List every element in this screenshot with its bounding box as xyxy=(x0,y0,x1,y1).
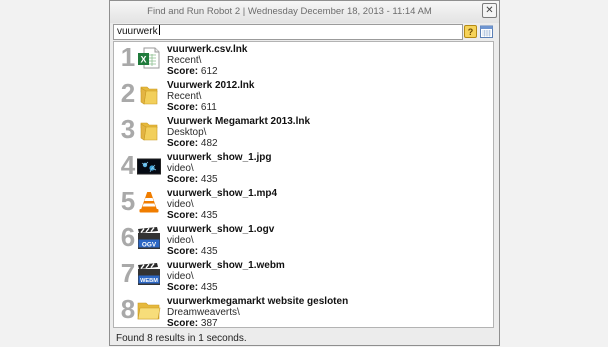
ogv-clapper-icon: OGV xyxy=(138,227,160,249)
text-caret xyxy=(158,25,160,35)
find-and-run-window: Find and Run Robot 2 | Wednesday Decembe… xyxy=(109,0,500,346)
window-title: Find and Run Robot 2 | Wednesday Decembe… xyxy=(147,6,432,17)
result-row[interactable]: 6 OGV vuurwerk_show_1.ogv video\ Score: … xyxy=(114,222,493,258)
search-input[interactable]: vuurwerk xyxy=(113,24,463,40)
result-row[interactable]: 7 WEBM vuurwerk_show_1.webm video\ Score… xyxy=(114,258,493,294)
webm-clapper-icon: WEBM xyxy=(138,263,160,285)
result-path: video\ xyxy=(167,235,194,246)
result-name: vuurwerk_show_1.ogv xyxy=(167,224,275,235)
result-path: video\ xyxy=(167,199,194,210)
calendar-icon[interactable] xyxy=(480,25,493,38)
result-rank: 8 xyxy=(120,294,136,324)
excel-icon: X xyxy=(138,47,160,69)
image-icon xyxy=(137,158,161,175)
result-rank: 7 xyxy=(120,258,136,288)
result-score: Score: 387 xyxy=(167,318,218,328)
result-score: Score: 435 xyxy=(167,174,218,185)
result-path: Recent\ xyxy=(167,91,202,102)
result-row[interactable]: 5 vuurwerk_show_1.mp4 video\ Score: 435 xyxy=(114,186,493,222)
result-score: Score: 435 xyxy=(167,246,218,257)
result-row[interactable]: 4 vuurwerk_show_1.jpg video\ Score: 435 xyxy=(114,150,493,186)
result-score: Score: 435 xyxy=(167,282,218,293)
result-path: video\ xyxy=(167,271,194,282)
result-rank: 6 xyxy=(120,222,136,252)
close-button[interactable]: ✕ xyxy=(482,3,497,18)
result-row[interactable]: 3 Vuurwerk Megamarkt 2013.lnk Desktop\ S… xyxy=(114,114,493,150)
result-rank: 2 xyxy=(120,78,136,108)
result-name: vuurwerk_show_1.jpg xyxy=(167,152,272,163)
result-name: Vuurwerk Megamarkt 2013.lnk xyxy=(167,116,311,127)
result-score: Score: 612 xyxy=(167,66,218,77)
result-path: video\ xyxy=(167,163,194,174)
folder-icon xyxy=(140,86,158,105)
svg-text:?: ? xyxy=(468,27,474,37)
webm-badge-label: WEBM xyxy=(140,278,158,284)
folder-open-icon xyxy=(137,302,161,320)
result-score: Score: 435 xyxy=(167,210,218,221)
status-bar-text: Found 8 results in 1 seconds. xyxy=(116,333,247,344)
result-rank: 1 xyxy=(120,42,136,72)
title-bar[interactable]: Find and Run Robot 2 | Wednesday Decembe… xyxy=(110,1,499,23)
result-name: vuurwerk.csv.lnk xyxy=(167,44,248,55)
result-path: Desktop\ xyxy=(167,127,207,138)
result-path: Dreamweaverts\ xyxy=(167,307,240,318)
result-name: vuurwerk_show_1.webm xyxy=(167,260,285,271)
result-row[interactable]: 8 vuurwerkmegamarkt website gesloten Dre… xyxy=(114,294,493,328)
result-score: Score: 611 xyxy=(167,102,217,113)
help-icon[interactable]: ? xyxy=(464,25,477,38)
result-path: Recent\ xyxy=(167,55,202,66)
result-row[interactable]: 1 X vuurwerk.csv.lnk Recent\ Score: 612 xyxy=(114,42,493,78)
result-name: vuurwerk_show_1.mp4 xyxy=(167,188,278,199)
svg-text:X: X xyxy=(140,55,146,65)
result-rank: 4 xyxy=(120,150,136,180)
result-rank: 5 xyxy=(120,186,136,216)
results-list[interactable]: 1 X vuurwerk.csv.lnk Recent\ Score: 612 … xyxy=(113,41,494,328)
result-name: Vuurwerk 2012.lnk xyxy=(167,80,255,91)
result-score: Score: 482 xyxy=(167,138,218,149)
folder-icon xyxy=(140,122,158,141)
result-row[interactable]: 2 Vuurwerk 2012.lnk Recent\ Score: 611 xyxy=(114,78,493,114)
vlc-icon xyxy=(139,192,159,213)
search-input-value: vuurwerk xyxy=(117,26,158,37)
ogv-badge-label: OGV xyxy=(142,241,157,248)
result-name: vuurwerkmegamarkt website gesloten xyxy=(167,296,349,307)
result-rank: 3 xyxy=(120,114,136,144)
